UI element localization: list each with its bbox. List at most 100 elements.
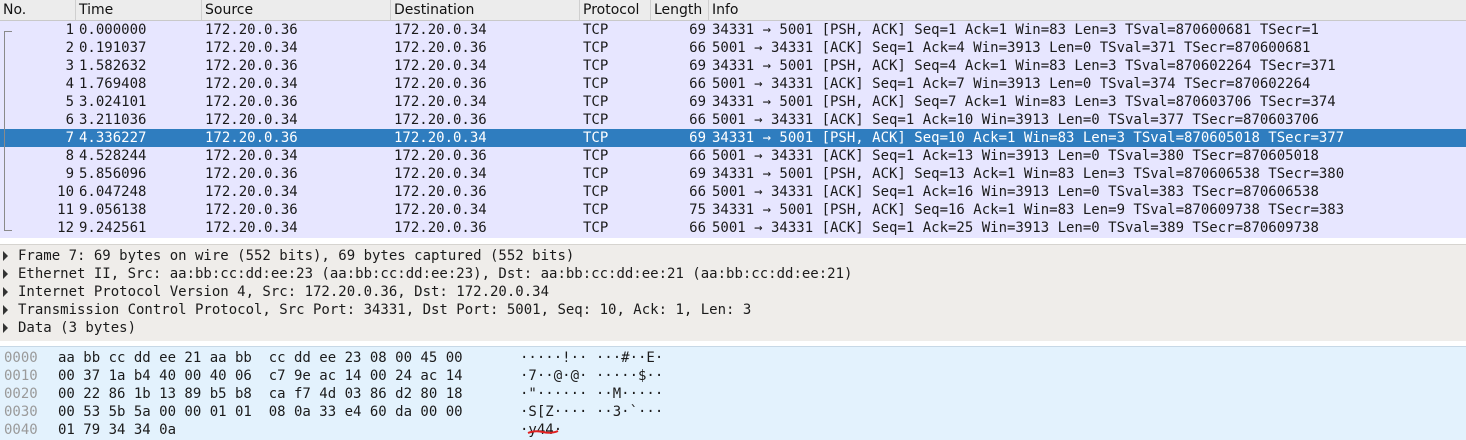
byte-hex[interactable]: 00 37 1a b4 40 00 40 06 c7 9e ac 14 00 2… [58,367,463,385]
byte-hex[interactable]: 00 22 86 1b 13 89 b5 b8 ca f7 4d 03 86 d… [58,385,463,403]
packet-bytes-pane[interactable]: 0000 aa bb cc dd ee 21 aa bb cc dd ee 23… [0,346,1466,440]
bytes-row: 0030 00 53 5b 5a 00 00 01 01 08 0a 33 e4… [0,403,1466,421]
expand-arrow-icon[interactable] [3,287,8,297]
packet-destination: 172.20.0.36 [394,184,487,200]
packet-length: 69 [689,130,706,146]
byte-ascii[interactable]: ·S[Z···· ··3·`··· [520,403,663,421]
expand-arrow-icon[interactable] [3,269,8,279]
packet-source: 172.20.0.36 [205,58,298,74]
packet-info: 5001 → 34331 [ACK] Seq=1 Ack=13 Win=3913… [712,148,1319,164]
packet-time: 1.769408 [79,76,147,92]
packet-row[interactable]: 2 0.191037 172.20.0.34 172.20.0.36 TCP 66 5001… [0,39,1466,57]
byte-offset: 0030 [4,404,38,420]
byte-offset: 0000 [4,350,38,366]
packet-source: 172.20.0.34 [205,148,298,164]
packet-time: 9.242561 [79,220,147,236]
packet-info: 34331 → 5001 [PSH, ACK] Seq=13 Ack=1 Win… [712,166,1345,182]
packet-time: 4.336227 [79,130,147,146]
packet-length: 69 [689,22,706,38]
packet-destination: 172.20.0.34 [394,94,487,110]
packet-length: 69 [689,58,706,74]
detail-row-ip[interactable]: Internet Protocol Version 4, Src: 172.20… [0,283,1466,301]
packet-destination: 172.20.0.36 [394,220,487,236]
byte-hex[interactable]: 00 53 5b 5a 00 00 01 01 08 0a 33 e4 60 d… [58,403,463,421]
packet-info: 5001 → 34331 [ACK] Seq=1 Ack=16 Win=3913… [712,184,1319,200]
packet-protocol: TCP [583,58,609,74]
byte-offset: 0010 [4,368,38,384]
packet-length: 66 [689,76,706,92]
packet-length: 66 [689,40,706,56]
packet-destination: 172.20.0.34 [394,22,487,38]
expand-arrow-icon[interactable] [3,251,8,261]
detail-row-tcp[interactable]: Transmission Control Protocol, Src Port:… [0,301,1466,319]
byte-hex[interactable]: 01 79 34 34 0a [58,421,176,439]
column-header-length[interactable]: Length [651,0,709,20]
bytes-row: 0010 00 37 1a b4 40 00 40 06 c7 9e ac 14… [0,367,1466,385]
packet-destination: 172.20.0.34 [394,58,487,74]
byte-offset: 0020 [4,386,38,402]
column-header-protocol[interactable]: Protocol [580,0,651,20]
column-header-time[interactable]: Time [76,0,202,20]
packet-protocol: TCP [583,202,609,218]
packet-destination: 172.20.0.36 [394,112,487,128]
packet-length: 69 [689,94,706,110]
detail-row-frame[interactable]: Frame 7: 69 bytes on wire (552 bits), 69… [0,247,1466,265]
packet-time: 3.024101 [79,94,147,110]
packet-info: 34331 → 5001 [PSH, ACK] Seq=10 Ack=1 Win… [712,130,1345,146]
expand-arrow-icon[interactable] [3,323,8,333]
packet-source: 172.20.0.36 [205,166,298,182]
packet-time: 0.191037 [79,40,147,56]
packet-list[interactable]: No. Time Source Destination Protocol Len… [0,0,1466,238]
detail-row-ethernet[interactable]: Ethernet II, Src: aa:bb:cc:dd:ee:23 (aa:… [0,265,1466,283]
packet-row[interactable]: 9 5.856096 172.20.0.36 172.20.0.34 TCP 69 3433… [0,165,1466,183]
packet-length: 66 [689,184,706,200]
packet-protocol: TCP [583,148,609,164]
packet-time: 6.047248 [79,184,147,200]
column-header-destination[interactable]: Destination [391,0,580,20]
packet-info: 5001 → 34331 [ACK] Seq=1 Ack=10 Win=3913… [712,112,1319,128]
packet-protocol: TCP [583,76,609,92]
packet-row[interactable]: 5 3.024101 172.20.0.36 172.20.0.34 TCP 69 3433… [0,93,1466,111]
packet-source: 172.20.0.34 [205,112,298,128]
packet-info: 34331 → 5001 [PSH, ACK] Seq=1 Ack=1 Win=… [712,22,1319,38]
packet-row[interactable]: 8 4.528244 172.20.0.34 172.20.0.36 TCP 66 5001… [0,147,1466,165]
packet-row[interactable]: 3 1.582632 172.20.0.36 172.20.0.34 TCP 69 3433… [0,57,1466,75]
packet-info: 5001 → 34331 [ACK] Seq=1 Ack=7 Win=3913 … [712,76,1311,92]
packet-source: 172.20.0.34 [205,76,298,92]
expand-arrow-icon[interactable] [3,305,8,315]
packet-destination: 172.20.0.36 [394,76,487,92]
detail-text: Ethernet II, Src: aa:bb:cc:dd:ee:23 (aa:… [18,266,853,282]
packet-protocol: TCP [583,184,609,200]
packet-details-pane[interactable]: Frame 7: 69 bytes on wire (552 bits), 69… [0,244,1466,341]
byte-ascii[interactable]: ·7··@·@· ·····$·· [520,367,663,385]
packet-row[interactable]: 1 0.000000 172.20.0.36 172.20.0.34 TCP 69 3433… [0,21,1466,39]
packet-time: 1.582632 [79,58,147,74]
packet-protocol: TCP [583,22,609,38]
detail-row-data[interactable]: Data (3 bytes) [0,319,1466,337]
packet-info: 34331 → 5001 [PSH, ACK] Seq=16 Ack=1 Win… [712,202,1345,218]
column-header-source[interactable]: Source [202,0,391,20]
column-header-info[interactable]: Info [709,0,1466,20]
byte-ascii[interactable]: ·····!·· ···#··E· [520,349,663,367]
packet-source: 172.20.0.36 [205,202,298,218]
byte-hex[interactable]: aa bb cc dd ee 21 aa bb cc dd ee 23 08 0… [58,349,463,367]
packet-row[interactable]: 12 9.242561 172.20.0.34 172.20.0.36 TCP 66 500… [0,219,1466,237]
packet-source: 172.20.0.34 [205,220,298,236]
packet-list-header: No. Time Source Destination Protocol Len… [0,0,1466,21]
packet-info: 5001 → 34331 [ACK] Seq=1 Ack=25 Win=3913… [712,220,1319,236]
packet-time: 0.000000 [79,22,147,38]
byte-ascii[interactable]: ·"······ ··M····· [520,385,663,403]
detail-text: Frame 7: 69 bytes on wire (552 bits), 69… [18,248,575,264]
packet-row[interactable]: 7 4.336227 172.20.0.36 172.20.0.34 TCP 69 3433… [0,129,1466,147]
column-header-no[interactable]: No. [0,0,76,20]
packet-row[interactable]: 10 6.047248 172.20.0.34 172.20.0.36 TCP 66 500… [0,183,1466,201]
packet-protocol: TCP [583,220,609,236]
packet-destination: 172.20.0.34 [394,202,487,218]
packet-length: 66 [689,220,706,236]
packet-row[interactable]: 11 9.056138 172.20.0.36 172.20.0.34 TCP 75 343… [0,201,1466,219]
packet-length: 66 [689,112,706,128]
packet-row[interactable]: 4 1.769408 172.20.0.34 172.20.0.36 TCP 66 5001… [0,75,1466,93]
packet-row[interactable]: 6 3.211036 172.20.0.34 172.20.0.36 TCP 66 5001… [0,111,1466,129]
packet-protocol: TCP [583,130,609,146]
packet-length: 75 [689,202,706,218]
